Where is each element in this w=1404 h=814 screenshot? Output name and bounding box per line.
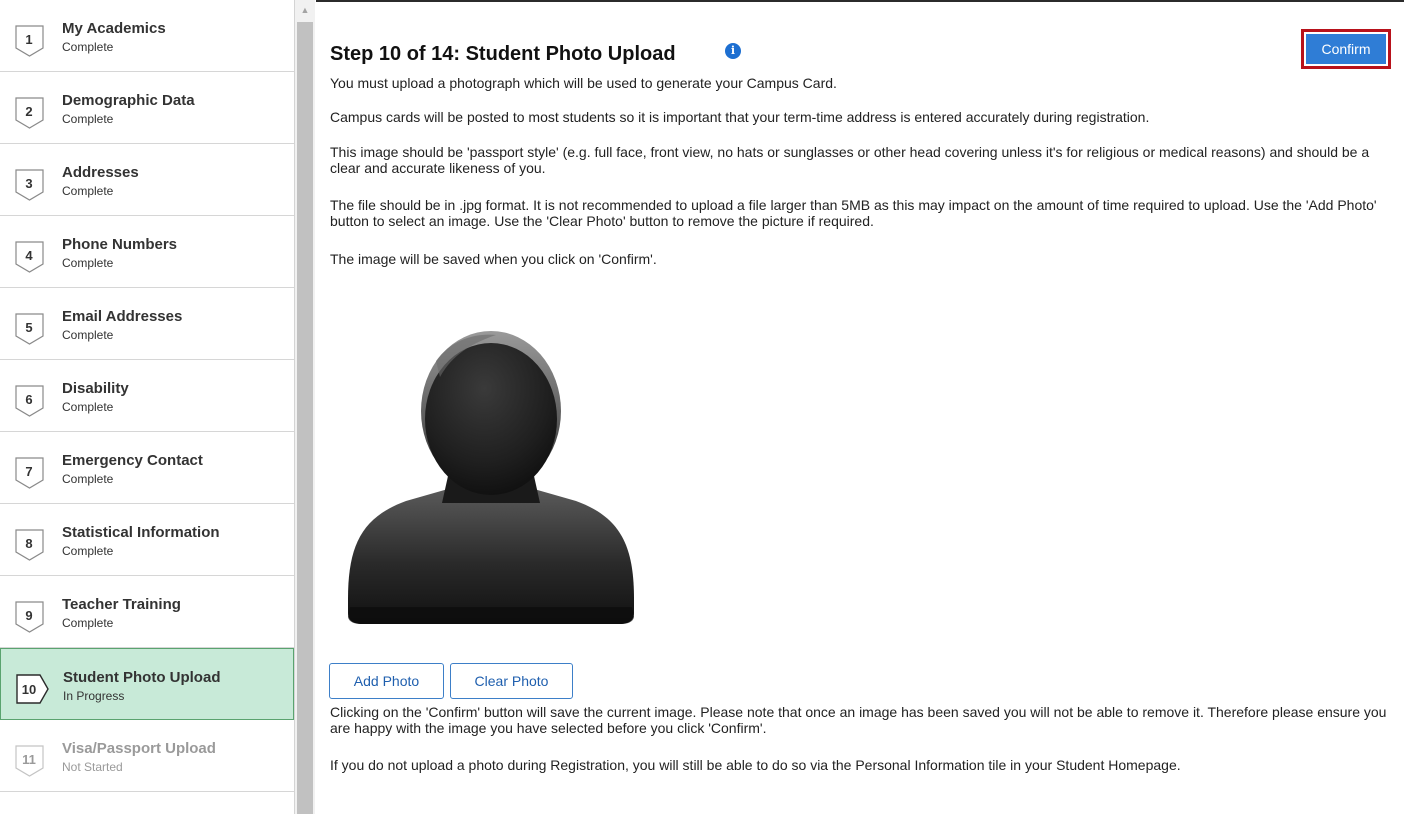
step-status: Complete — [62, 616, 114, 630]
step-number-badge: 2 — [15, 97, 49, 129]
step-number-badge: 11 — [15, 745, 49, 777]
instruction-text: The file should be in .jpg format. It is… — [330, 197, 1377, 229]
step-title: Emergency Contact — [62, 452, 203, 469]
photo-placeholder — [344, 327, 638, 625]
step-title: Statistical Information — [62, 524, 220, 541]
step-number-badge: 6 — [15, 385, 49, 417]
step-number-badge: 1 — [15, 25, 49, 57]
step-number-badge-current: 10 — [16, 674, 50, 706]
step-title: Demographic Data — [62, 92, 195, 109]
step-status: Complete — [62, 256, 114, 270]
step-title: My Academics — [62, 20, 166, 37]
step-number-badge: 3 — [15, 169, 49, 201]
info-icon[interactable]: i — [725, 43, 741, 59]
instruction-text: If you do not upload a photo during Regi… — [330, 757, 1181, 773]
sidebar-scrollbar[interactable]: ▲ — [294, 0, 315, 814]
step-item-disability[interactable]: 6 Disability Complete — [0, 360, 294, 432]
confirm-button[interactable]: Confirm — [1306, 34, 1386, 64]
step-status: Complete — [62, 400, 114, 414]
instruction-text: Clicking on the 'Confirm' button will sa… — [330, 704, 1387, 736]
step-status: Not Started — [62, 760, 123, 774]
step-item-phone-numbers[interactable]: 4 Phone Numbers Complete — [0, 216, 294, 288]
step-status: Complete — [62, 112, 114, 126]
step-item-addresses[interactable]: 3 Addresses Complete — [0, 144, 294, 216]
step-title: Phone Numbers — [62, 236, 178, 253]
step-list: 1 My Academics Complete 2 Demographic Da… — [0, 0, 295, 814]
scrollbar-thumb[interactable] — [297, 22, 313, 814]
step-item-teacher-training[interactable]: 9 Teacher Training Complete — [0, 576, 294, 648]
step-number-badge: 8 — [15, 529, 49, 561]
step-item-email-addresses[interactable]: 5 Email Addresses Complete — [0, 288, 294, 360]
confirm-highlight: Confirm — [1301, 29, 1391, 69]
step-item-visa-passport-upload[interactable]: 11 Visa/Passport Upload Not Started — [0, 720, 294, 792]
step-item-my-academics[interactable]: 1 My Academics Complete — [0, 0, 294, 72]
step-item-statistical-information[interactable]: 8 Statistical Information Complete — [0, 504, 294, 576]
step-status: Complete — [62, 544, 114, 558]
instruction-text: Campus cards will be posted to most stud… — [330, 109, 1150, 125]
instruction-text: This image should be 'passport style' (e… — [330, 144, 1370, 176]
step-title: Teacher Training — [62, 596, 181, 613]
step-number-badge: 5 — [15, 313, 49, 345]
step-item-emergency-contact[interactable]: 7 Emergency Contact Complete — [0, 432, 294, 504]
divider — [316, 0, 1404, 2]
step-title: Disability — [62, 380, 129, 397]
step-status: In Progress — [63, 689, 125, 703]
step-status: Complete — [62, 184, 114, 198]
step-status: Complete — [62, 328, 114, 342]
step-status: Complete — [62, 40, 114, 54]
page-title: Step 10 of 14: Student Photo Upload — [330, 43, 676, 65]
step-title: Addresses — [62, 164, 139, 181]
clear-photo-button[interactable]: Clear Photo — [450, 663, 573, 699]
step-title: Email Addresses — [62, 308, 183, 325]
main-content: Step 10 of 14: Student Photo Upload i Co… — [316, 0, 1404, 814]
step-title: Student Photo Upload — [63, 669, 221, 686]
step-number-badge: 7 — [15, 457, 49, 489]
step-title: Visa/Passport Upload — [62, 740, 216, 757]
instruction-text: You must upload a photograph which will … — [330, 75, 837, 91]
add-photo-button[interactable]: Add Photo — [329, 663, 444, 699]
scroll-up-arrow-icon[interactable]: ▲ — [295, 0, 315, 20]
step-number-badge: 4 — [15, 241, 49, 273]
instruction-text: The image will be saved when you click o… — [330, 251, 657, 267]
step-number-badge: 9 — [15, 601, 49, 633]
person-silhouette-icon — [348, 331, 634, 624]
step-item-student-photo-upload[interactable]: 10 Student Photo Upload In Progress — [0, 648, 294, 720]
step-item-demographic-data[interactable]: 2 Demographic Data Complete — [0, 72, 294, 144]
step-status: Complete — [62, 472, 114, 486]
